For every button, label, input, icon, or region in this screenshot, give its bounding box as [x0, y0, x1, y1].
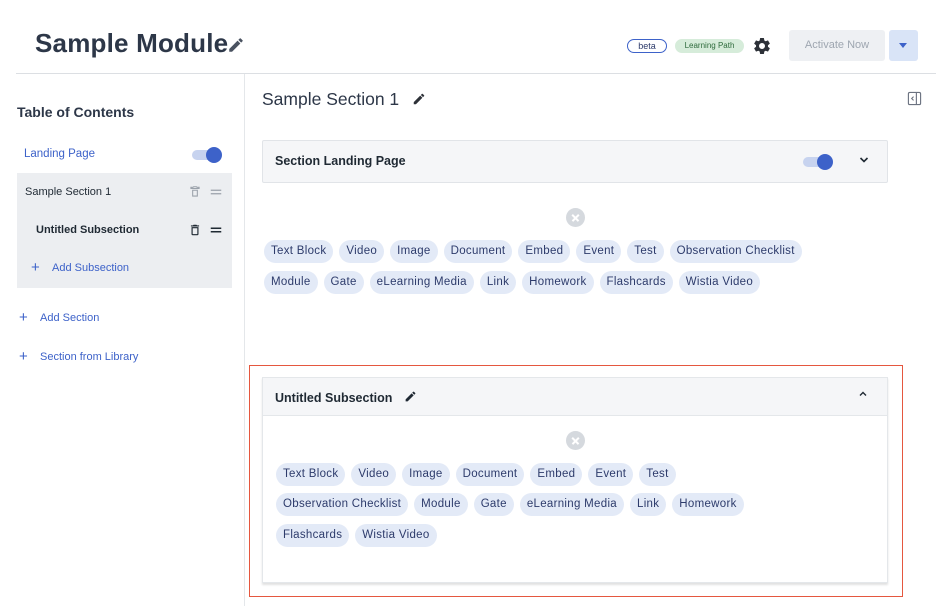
activate-options-dropdown-button[interactable]: [889, 30, 918, 61]
edit-subsection-pencil-icon[interactable]: [404, 390, 417, 403]
edit-title-pencil-icon[interactable]: [227, 36, 245, 54]
chip-embed[interactable]: Embed: [518, 240, 571, 263]
close-subsection-insert-menu-icon[interactable]: [566, 431, 585, 450]
chip-embed[interactable]: Embed: [530, 463, 583, 486]
delete-section-trash-icon[interactable]: [188, 185, 202, 199]
delete-subsection-trash-icon[interactable]: [188, 223, 202, 237]
close-insert-menu-icon[interactable]: [566, 208, 585, 227]
chip-link[interactable]: Link: [479, 271, 517, 294]
content-type-row: Module Gate eLearning Media Link Homewor…: [264, 271, 761, 294]
beta-badge: beta: [627, 39, 667, 53]
chevron-up-icon[interactable]: [858, 390, 868, 398]
learning-path-badge: Learning Path: [675, 39, 744, 53]
page-title: Sample Module: [35, 28, 229, 58]
landing-page-toggle[interactable]: [192, 147, 222, 163]
chip-link[interactable]: Link: [630, 493, 667, 516]
chip-gate[interactable]: Gate: [473, 493, 514, 516]
chip-document[interactable]: Document: [455, 463, 525, 486]
caret-down-icon: [899, 43, 907, 48]
sidebar-item-landing-page[interactable]: Landing Page: [24, 148, 95, 160]
section-from-library-link[interactable]: Section from Library: [40, 351, 138, 363]
chip-observation-checklist[interactable]: Observation Checklist: [276, 493, 409, 516]
subsection-content-type-row: Text Block Video Image Document Embed Ev…: [276, 463, 676, 486]
sidebar-item-section[interactable]: Sample Section 1: [25, 186, 111, 198]
subsection-content-type-row: Flashcards Wistia Video: [276, 524, 437, 547]
chip-module[interactable]: Module: [414, 493, 468, 516]
chip-module[interactable]: Module: [264, 271, 318, 294]
drag-handle-subsection-icon[interactable]: [209, 223, 223, 237]
subsection-card-title: Untitled Subsection: [275, 391, 393, 405]
section-landing-page-title: Section Landing Page: [275, 154, 406, 168]
chip-image[interactable]: Image: [390, 240, 438, 263]
chip-gate[interactable]: Gate: [323, 271, 364, 294]
add-subsection-plus-icon: +: [31, 259, 40, 276]
chip-observation-checklist[interactable]: Observation Checklist: [669, 240, 802, 263]
edit-section-pencil-icon[interactable]: [412, 92, 426, 106]
sidebar-divider: [244, 74, 245, 606]
chip-video[interactable]: Video: [339, 240, 385, 263]
add-subsection-link[interactable]: Add Subsection: [52, 262, 129, 274]
content-type-row: Text Block Video Image Document Embed Ev…: [264, 240, 802, 263]
chip-homework[interactable]: Homework: [672, 493, 744, 516]
chip-text-block[interactable]: Text Block: [276, 463, 346, 486]
add-section-link[interactable]: Add Section: [40, 312, 99, 324]
chip-event[interactable]: Event: [588, 463, 634, 486]
add-section-plus-icon: +: [19, 309, 28, 326]
subsection-content-type-row: Observation Checklist Module Gate eLearn…: [276, 493, 744, 516]
chip-elearning-media[interactable]: eLearning Media: [519, 493, 624, 516]
section-landing-page-toggle[interactable]: [803, 154, 833, 170]
chip-event[interactable]: Event: [576, 240, 622, 263]
header-divider: [16, 73, 936, 74]
chip-image[interactable]: Image: [402, 463, 450, 486]
chip-wistia-video[interactable]: Wistia Video: [678, 271, 761, 294]
chip-elearning-media[interactable]: eLearning Media: [369, 271, 474, 294]
chip-wistia-video[interactable]: Wistia Video: [355, 524, 437, 547]
chip-flashcards[interactable]: Flashcards: [599, 271, 673, 294]
section-title: Sample Section 1: [262, 89, 400, 109]
section-from-library-plus-icon: +: [19, 348, 28, 365]
chip-video[interactable]: Video: [351, 463, 397, 486]
collapse-panel-icon[interactable]: [907, 91, 922, 106]
toc-heading: Table of Contents: [17, 104, 135, 120]
chip-document[interactable]: Document: [443, 240, 513, 263]
chevron-down-icon[interactable]: [859, 156, 869, 164]
activate-now-button[interactable]: Activate Now: [789, 30, 885, 61]
chip-text-block[interactable]: Text Block: [264, 240, 334, 263]
chip-homework[interactable]: Homework: [522, 271, 594, 294]
settings-gear-icon[interactable]: [752, 36, 772, 56]
sidebar-item-subsection[interactable]: Untitled Subsection: [36, 224, 139, 236]
drag-handle-section-icon[interactable]: [209, 185, 223, 199]
chip-test[interactable]: Test: [639, 463, 676, 486]
chip-test[interactable]: Test: [627, 240, 664, 263]
chip-flashcards[interactable]: Flashcards: [276, 524, 350, 547]
